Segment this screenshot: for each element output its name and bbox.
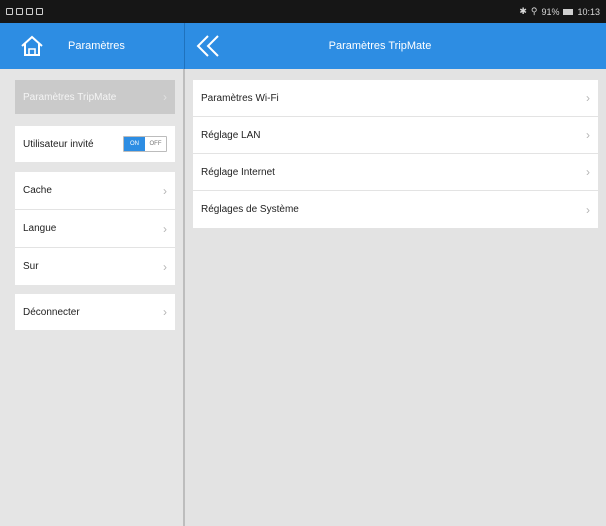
chevron-right-icon: › bbox=[163, 259, 167, 274]
header-divider bbox=[184, 23, 185, 69]
sidebar-item-label: Cache bbox=[23, 185, 52, 196]
page-title: Paramètres TripMate bbox=[328, 40, 432, 52]
battery-percent: 91% bbox=[541, 6, 560, 17]
sidebar-item-tripmate-settings[interactable]: Paramètres TripMate › bbox=[15, 80, 175, 114]
guest-user-row: Utilisateur invité ON OFF bbox=[15, 126, 175, 162]
sidebar-item-label: Sur bbox=[23, 261, 39, 272]
app-bar: Paramètres Paramètres TripMate bbox=[0, 23, 606, 69]
chevron-right-icon: › bbox=[163, 305, 167, 319]
settings-item-system[interactable]: Réglages de Système › bbox=[193, 191, 598, 228]
settings-item-label: Réglage LAN bbox=[201, 129, 261, 141]
settings-item-wifi[interactable]: Paramètres Wi-Fi › bbox=[193, 80, 598, 117]
sidebar-item-label: Déconnecter bbox=[23, 306, 80, 318]
notification-icon bbox=[6, 8, 13, 15]
chevron-right-icon: › bbox=[586, 165, 590, 179]
clock: 10:13 bbox=[577, 6, 600, 17]
notification-icon bbox=[16, 8, 23, 15]
sidebar-item-language[interactable]: Langue › bbox=[15, 210, 175, 248]
sidebar-item-cache[interactable]: Cache › bbox=[15, 172, 175, 210]
settings-content: Paramètres Wi-Fi › Réglage LAN › Réglage… bbox=[185, 69, 606, 526]
guest-user-toggle[interactable]: ON OFF bbox=[123, 136, 167, 152]
bluetooth-icon: ✱ bbox=[519, 6, 527, 16]
sidebar-item-about[interactable]: Sur › bbox=[15, 248, 175, 285]
notification-icon bbox=[36, 8, 43, 15]
settings-item-label: Réglage Internet bbox=[201, 166, 275, 178]
toggle-on-label: ON bbox=[124, 137, 145, 151]
notification-icon bbox=[26, 8, 33, 15]
sidebar: Paramètres TripMate › Utilisateur invité… bbox=[0, 69, 183, 526]
signal-icon: ⚲ bbox=[530, 6, 538, 16]
sidebar-title: Paramètres bbox=[68, 40, 125, 52]
chevron-right-icon: › bbox=[586, 91, 590, 105]
settings-item-internet[interactable]: Réglage Internet › bbox=[193, 154, 598, 191]
sidebar-item-label: Paramètres TripMate bbox=[23, 91, 117, 103]
home-icon bbox=[21, 35, 43, 56]
home-button[interactable] bbox=[18, 32, 46, 60]
toggle-off-label: OFF bbox=[145, 137, 166, 151]
chevron-right-icon: › bbox=[163, 221, 167, 236]
status-left-icons bbox=[6, 8, 43, 15]
chevron-right-icon: › bbox=[586, 128, 590, 142]
battery-icon bbox=[563, 8, 574, 15]
sidebar-item-label: Langue bbox=[23, 223, 57, 234]
guest-user-label: Utilisateur invité bbox=[23, 138, 94, 150]
settings-item-label: Paramètres Wi-Fi bbox=[201, 92, 279, 104]
status-bar: ✱ ⚲ 91% 10:13 bbox=[0, 0, 606, 23]
settings-item-lan[interactable]: Réglage LAN › bbox=[193, 117, 598, 154]
sidebar-item-disconnect[interactable]: Déconnecter › bbox=[15, 294, 175, 330]
chevron-right-icon: › bbox=[163, 90, 167, 104]
double-chevron-left-icon bbox=[196, 35, 219, 57]
chevron-right-icon: › bbox=[586, 202, 590, 217]
chevron-right-icon: › bbox=[163, 183, 167, 198]
status-right: ✱ ⚲ 91% 10:13 bbox=[519, 6, 600, 17]
settings-item-label: Réglages de Système bbox=[201, 204, 299, 215]
back-button[interactable] bbox=[194, 33, 222, 59]
